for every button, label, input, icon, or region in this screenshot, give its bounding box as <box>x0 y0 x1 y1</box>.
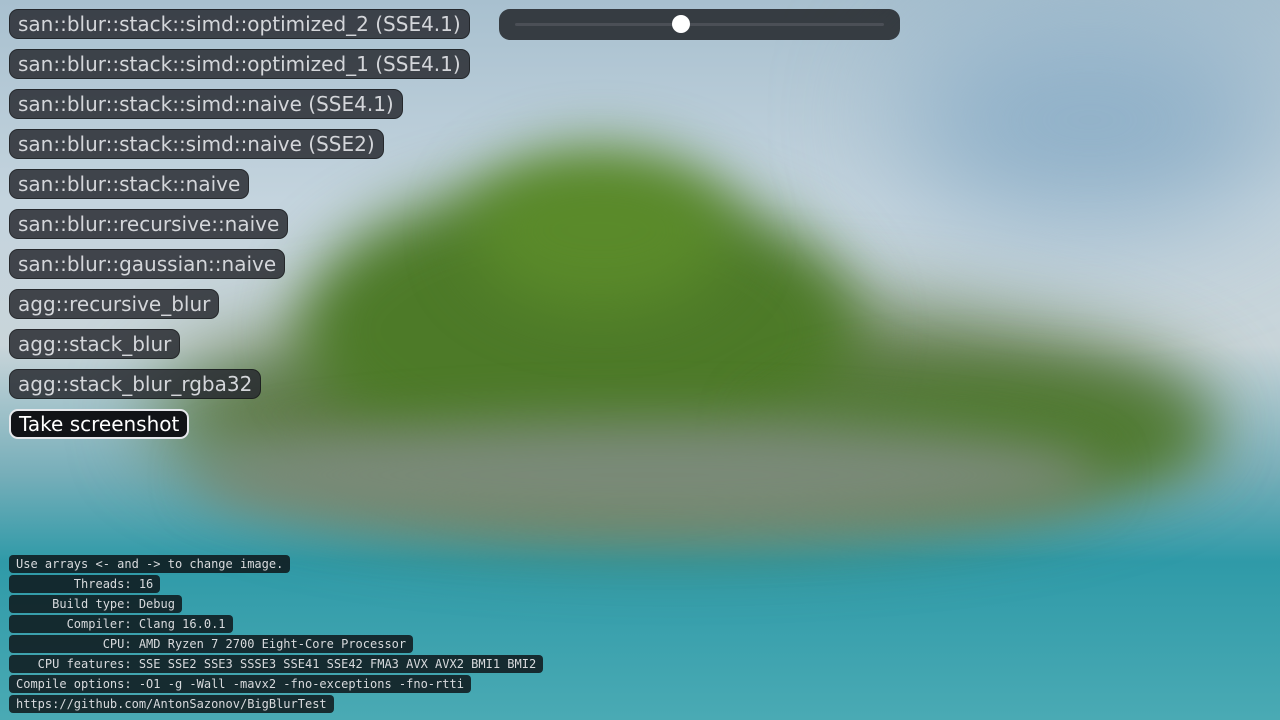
algorithm-button-san-blur-recursive-naive[interactable]: san::blur::recursive::naive <box>9 209 289 239</box>
algorithm-button-agg-recursive-blur[interactable]: agg::recursive_blur <box>9 289 220 319</box>
island-blob <box>900 20 1280 220</box>
info-line: Compile options: -O1 -g -Wall -mavx2 -fn… <box>9 675 471 693</box>
island-blob <box>470 150 730 310</box>
algorithm-button-san-blur-stack-simd-naive-sse2[interactable]: san::blur::stack::simd::naive (SSE2) <box>9 129 384 159</box>
slider-track[interactable] <box>515 23 884 26</box>
slider-knob[interactable] <box>672 15 691 33</box>
info-line: Compiler: Clang 16.0.1 <box>9 615 233 633</box>
island-blob <box>200 420 1100 530</box>
algorithm-button-agg-stack-blur-rgba32[interactable]: agg::stack_blur_rgba32 <box>9 369 262 399</box>
algorithm-button-san-blur-stack-naive[interactable]: san::blur::stack::naive <box>9 169 250 199</box>
take-screenshot-button[interactable]: Take screenshot <box>9 409 190 439</box>
info-line: Build type: Debug <box>9 595 182 613</box>
algorithm-button-san-blur-stack-simd-naive-sse4-1[interactable]: san::blur::stack::simd::naive (SSE4.1) <box>9 89 403 119</box>
info-line: https://github.com/AntonSazonov/BigBlurT… <box>9 695 334 713</box>
algorithm-button-san-blur-stack-simd-optimized-2-sse4-1[interactable]: san::blur::stack::simd::optimized_2 (SSE… <box>9 9 470 39</box>
info-line: CPU features: SSE SSE2 SSE3 SSSE3 SSE41 … <box>9 655 544 673</box>
blur-radius-slider[interactable] <box>499 9 900 40</box>
info-line: CPU: AMD Ryzen 7 2700 Eight-Core Process… <box>9 635 414 653</box>
info-line: Threads: 16 <box>9 575 161 593</box>
algorithm-button-agg-stack-blur[interactable]: agg::stack_blur <box>9 329 181 359</box>
info-line: Use arrays <- and -> to change image. <box>9 555 291 573</box>
algorithm-button-san-blur-gaussian-naive[interactable]: san::blur::gaussian::naive <box>9 249 286 279</box>
algorithm-button-san-blur-stack-simd-optimized-1-sse4-1[interactable]: san::blur::stack::simd::optimized_1 (SSE… <box>9 49 470 79</box>
